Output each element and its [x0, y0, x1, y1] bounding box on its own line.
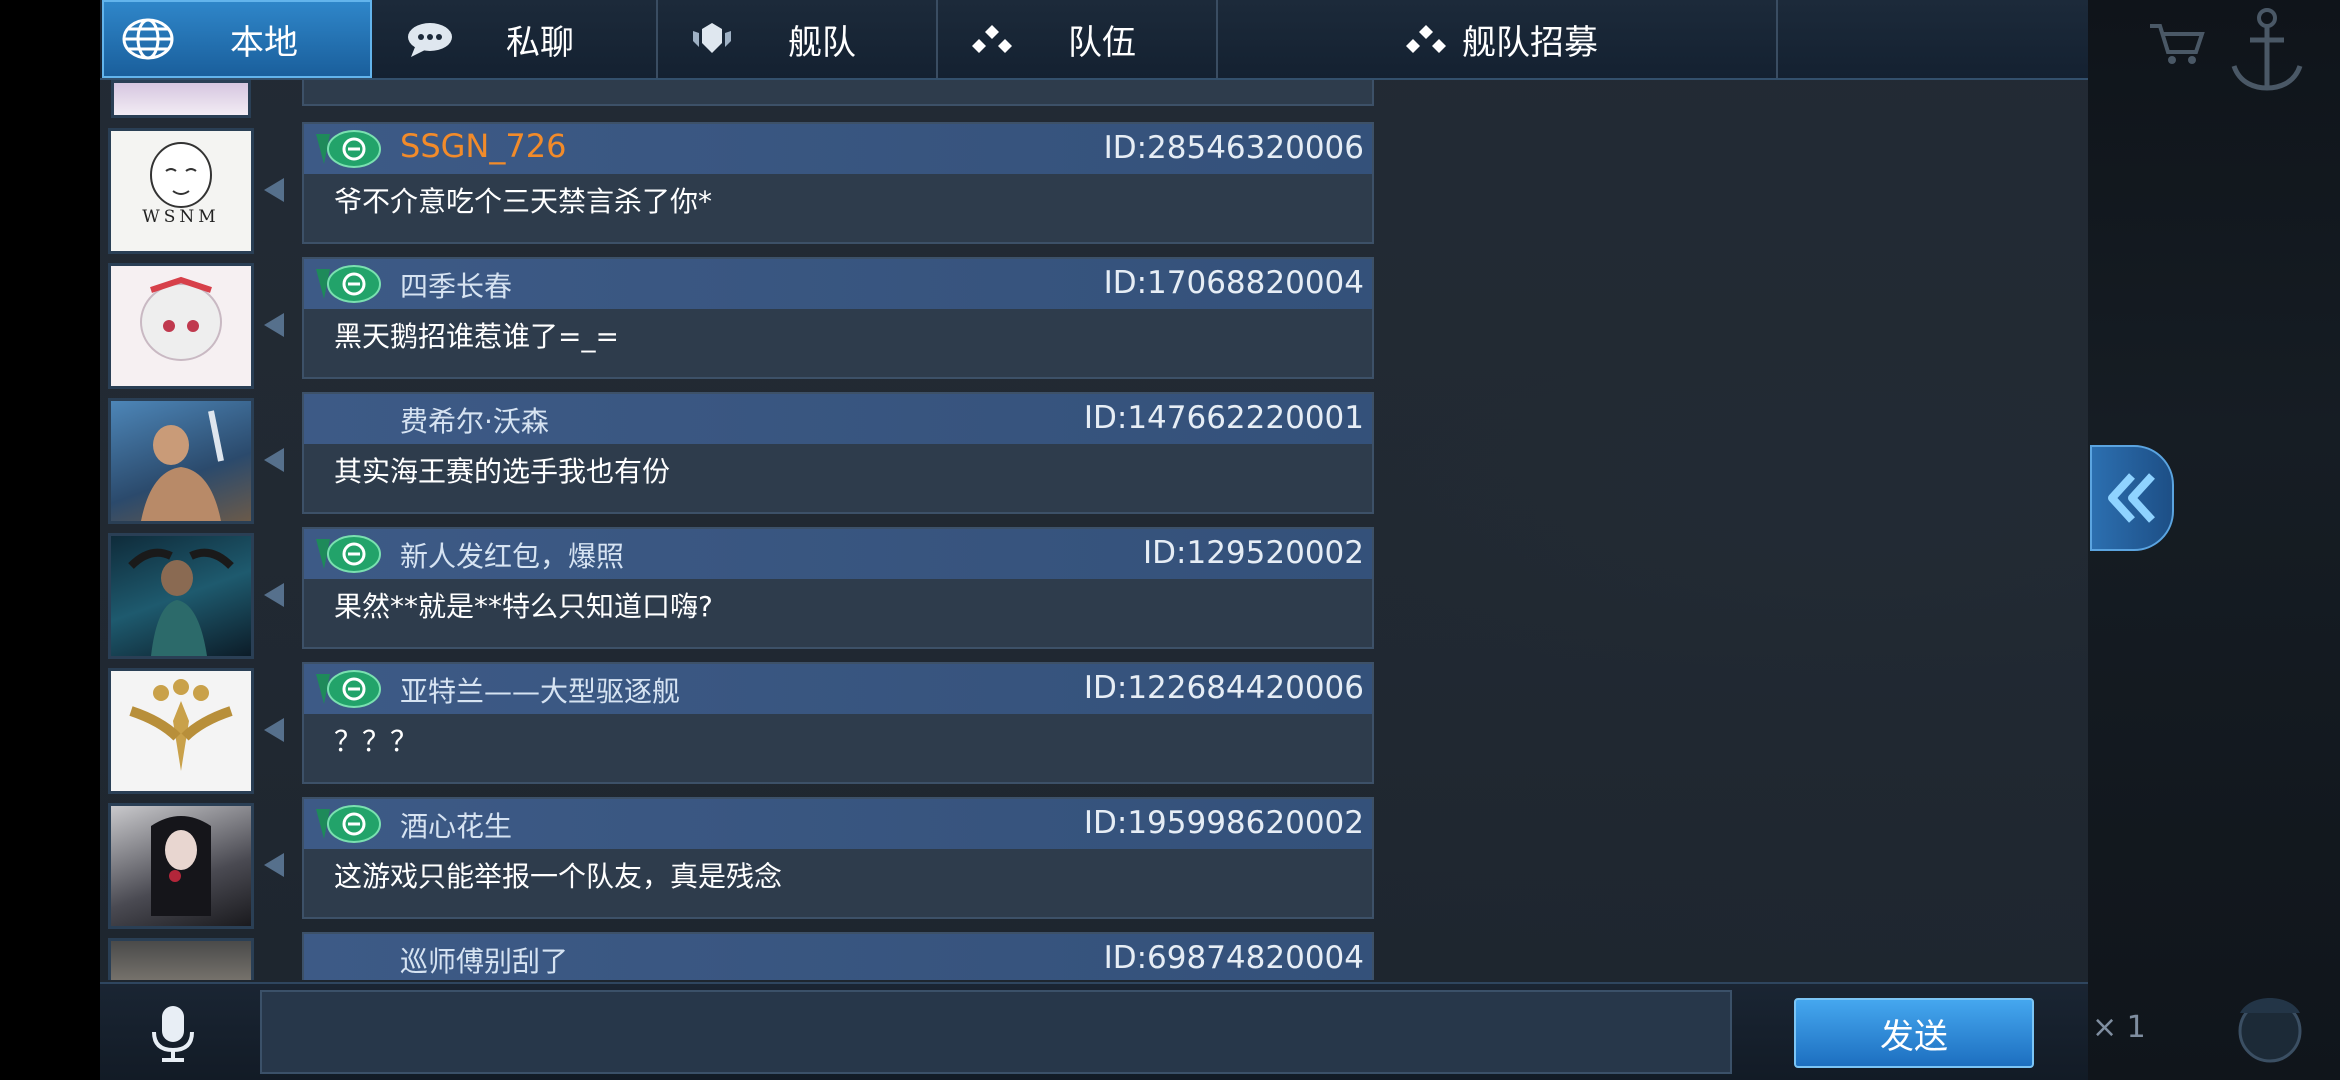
chat-tab-bar: 本地 私聊 舰队 队伍 舰队招募 — [100, 0, 2088, 80]
tab-fleet[interactable]: 舰队 — [658, 0, 938, 78]
bubble-pointer — [264, 448, 284, 472]
speech-bubble-icon — [400, 14, 460, 64]
chat-message[interactable]: 巡师傅别刮了 ID:69874820004 — [100, 930, 1380, 980]
microphone-icon[interactable] — [140, 1000, 206, 1066]
message-header: SSGN_726 ID:28546320006 — [304, 124, 1372, 174]
collapse-panel-button[interactable] — [2090, 445, 2174, 551]
team-dots-icon — [962, 14, 1022, 64]
message-header: 亚特兰——大型驱逐舰 ID:122684420006 — [304, 664, 1372, 714]
message-bubble: 新人发红包，爆照 ID:129520002 果然**就是**特么只知道口嗨? — [302, 527, 1374, 649]
captain-avatar-icon — [2220, 975, 2320, 1075]
partial-bubble — [302, 80, 1374, 106]
user-id: ID:129520002 — [1143, 535, 1364, 571]
message-text: 其实海王赛的选手我也有份 — [334, 455, 671, 488]
bubble-pointer — [264, 853, 284, 877]
fleet-emblem-badge-icon — [316, 805, 381, 843]
bubble-pointer — [264, 718, 284, 742]
bubble-pointer — [264, 583, 284, 607]
user-id: ID:147662220001 — [1083, 400, 1364, 436]
sea-king-avatar[interactable] — [108, 533, 254, 659]
tab-label: 本地 — [230, 22, 298, 63]
send-button[interactable]: 发送 — [1794, 998, 2034, 1068]
username[interactable]: 新人发红包，爆照 — [400, 535, 624, 575]
username[interactable]: SSGN_726 — [400, 127, 566, 165]
message-header: 酒心花生 ID:195998620002 — [304, 799, 1372, 849]
message-bubble: 费希尔·沃森 ID:147662220001 其实海王赛的选手我也有份 — [302, 392, 1374, 514]
tab-private-chat[interactable]: 私聊 — [372, 0, 658, 78]
tab-team[interactable]: 队伍 — [938, 0, 1218, 78]
user-id: ID:122684420006 — [1083, 670, 1364, 706]
chat-message[interactable]: WSNM SSGN_726 ID:28546320006 爷不介意吃个三天禁言杀… — [100, 120, 1380, 254]
user-id: ID:195998620002 — [1083, 805, 1364, 841]
tab-local[interactable]: 本地 — [102, 0, 372, 78]
fleet-emblem-badge-icon — [316, 265, 381, 303]
golden-dragon-avatar[interactable] — [108, 668, 254, 794]
fleet-emblem-badge-icon — [316, 670, 381, 708]
left-letterbox — [0, 0, 100, 1080]
chat-message[interactable]: 四季长春 ID:17068820004 黑天鹅招谁惹谁了=_= — [100, 255, 1380, 389]
avatar-caption: WSNM — [142, 207, 220, 227]
wsnm-meme-avatar[interactable]: WSNM — [108, 128, 254, 254]
user-id: ID:17068820004 — [1103, 265, 1364, 301]
portrait-avatar[interactable] — [108, 938, 254, 980]
message-bubble: 酒心花生 ID:195998620002 这游戏只能举报一个队友，真是残念 — [302, 797, 1374, 919]
fleet-emblem-badge-icon — [316, 130, 381, 168]
message-header: 巡师傅别刮了 ID:69874820004 — [304, 934, 1372, 980]
background-counter: × 1 — [2092, 1010, 2146, 1045]
dark-hair-girl-avatar[interactable] — [108, 803, 254, 929]
chat-message[interactable]: 亚特兰——大型驱逐舰 ID:122684420006 ？？？ — [100, 660, 1380, 794]
tab-label: 舰队招募 — [1462, 22, 1598, 63]
partial-avatar — [111, 80, 251, 118]
chat-input-bar: 发送 — [100, 982, 2088, 1080]
user-id: ID:28546320006 — [1103, 130, 1364, 166]
message-header: 新人发红包，爆照 ID:129520002 — [304, 529, 1372, 579]
username[interactable]: 四季长春 — [400, 265, 512, 305]
chat-message[interactable]: 费希尔·沃森 ID:147662220001 其实海王赛的选手我也有份 — [100, 390, 1380, 524]
message-header: 费希尔·沃森 ID:147662220001 — [304, 394, 1372, 444]
globe-icon — [118, 14, 178, 64]
team-dots-icon — [1396, 14, 1456, 64]
message-bubble: 四季长春 ID:17068820004 黑天鹅招谁惹谁了=_= — [302, 257, 1374, 379]
shop-cart-icon — [2146, 20, 2210, 68]
message-text: 果然**就是**特么只知道口嗨? — [334, 590, 713, 623]
user-id: ID:69874820004 — [1103, 940, 1364, 976]
message-text: 黑天鹅招谁惹谁了=_= — [334, 320, 619, 353]
message-bubble: 亚特兰——大型驱逐舰 ID:122684420006 ？？？ — [302, 662, 1374, 784]
message-text: ？？？ — [334, 725, 419, 758]
anchor-icon — [2222, 0, 2312, 100]
tab-label: 舰队 — [788, 22, 856, 63]
message-text: 这游戏只能举报一个队友，真是残念 — [334, 860, 783, 893]
username[interactable]: 费希尔·沃森 — [400, 400, 549, 440]
message-header: 四季长春 ID:17068820004 — [304, 259, 1372, 309]
chat-message[interactable]: 新人发红包，爆照 ID:129520002 果然**就是**特么只知道口嗨? — [100, 525, 1380, 659]
message-text: 爷不介意吃个三天禁言杀了你* — [334, 185, 713, 218]
message-bubble: 巡师傅别刮了 ID:69874820004 — [302, 932, 1374, 980]
username[interactable]: 巡师傅别刮了 — [400, 940, 568, 980]
bubble-pointer — [264, 178, 284, 202]
bubble-pointer — [264, 313, 284, 337]
username[interactable]: 酒心花生 — [400, 805, 512, 845]
tab-fleet-recruit[interactable]: 舰队招募 — [1218, 0, 1778, 78]
fleet-emblem-badge-icon — [316, 535, 381, 573]
chat-message[interactable]: 酒心花生 ID:195998620002 这游戏只能举报一个队友，真是残念 — [100, 795, 1380, 929]
tab-label: 私聊 — [506, 22, 574, 63]
message-bubble: SSGN_726 ID:28546320006 爷不介意吃个三天禁言杀了你* — [302, 122, 1374, 244]
chat-message-input[interactable] — [260, 990, 1732, 1074]
anime-girl-avatar[interactable] — [108, 263, 254, 389]
tab-label: 队伍 — [1068, 22, 1136, 63]
double-chevron-left-icon — [2108, 473, 2155, 523]
username[interactable]: 亚特兰——大型驱逐舰 — [400, 670, 680, 710]
fleet-shield-icon — [682, 14, 742, 64]
warrior-avatar[interactable] — [108, 398, 254, 524]
